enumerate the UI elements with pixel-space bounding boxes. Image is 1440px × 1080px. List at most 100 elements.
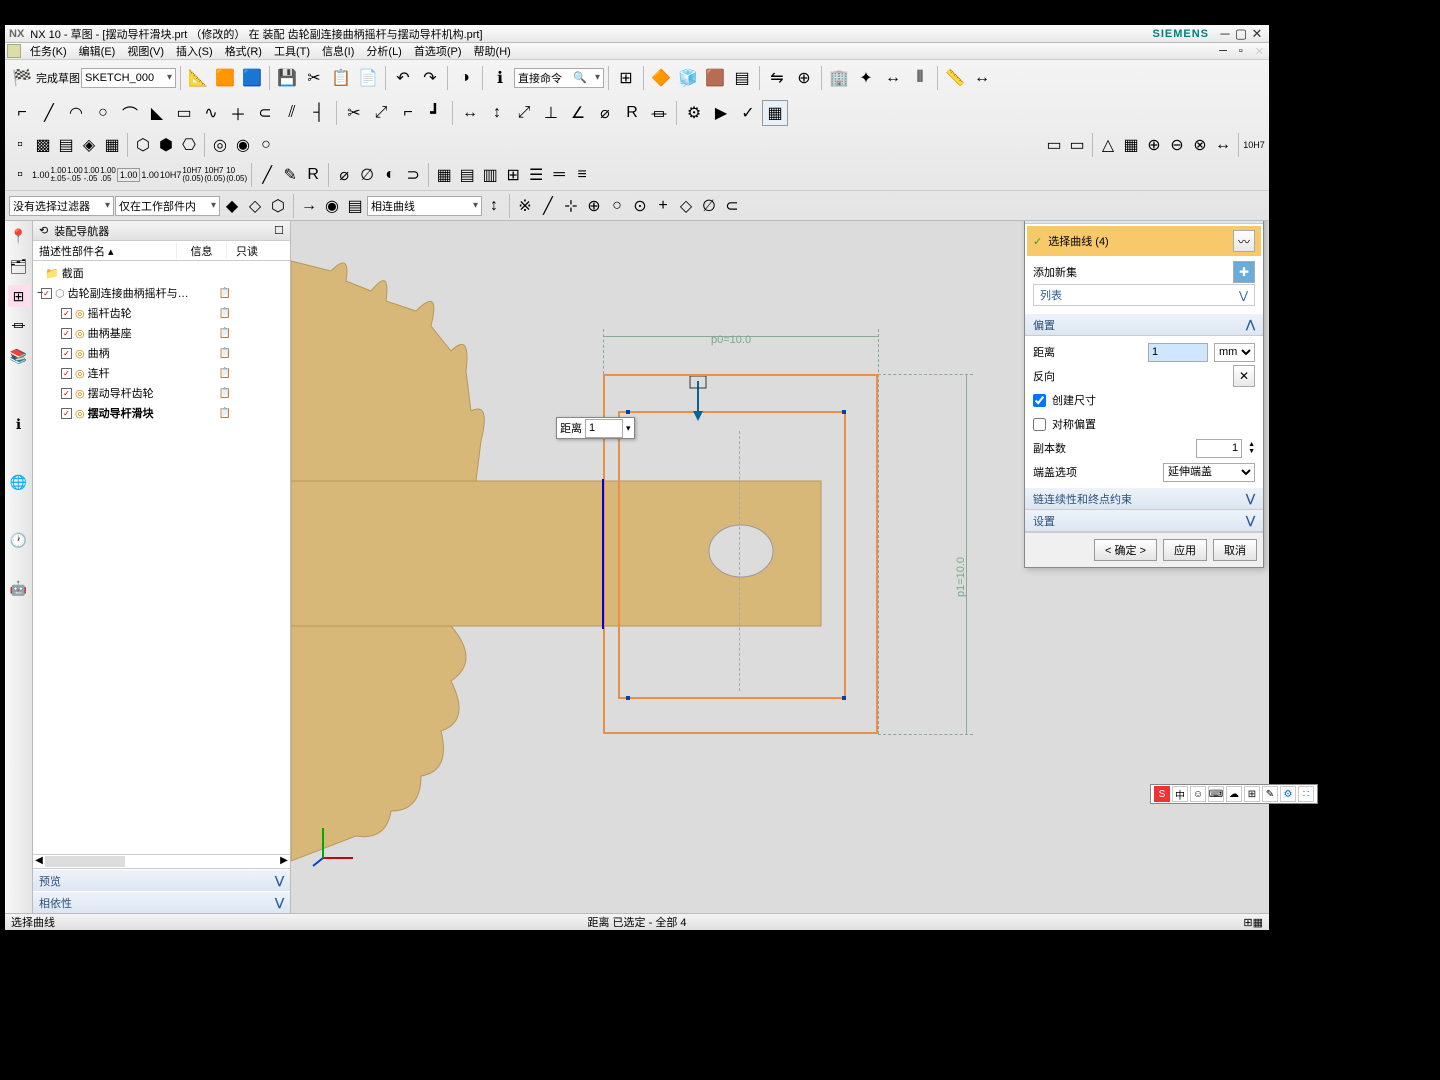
tb3-icon[interactable]: ◉ bbox=[232, 134, 254, 156]
filter-icon[interactable]: ◇ bbox=[244, 195, 266, 217]
sketch-icon[interactable]: 📐 bbox=[185, 65, 211, 91]
shaded-icon[interactable]: 🔶 bbox=[648, 65, 674, 91]
make-corner-icon[interactable]: ┛ bbox=[422, 100, 448, 126]
dim-perp-icon[interactable]: ⊥ bbox=[538, 100, 564, 126]
tb4-icon[interactable]: ☰ bbox=[525, 164, 547, 186]
tree-part-active[interactable]: 摆动导杆滑块 bbox=[88, 405, 200, 421]
spin-up-icon[interactable]: ▲ bbox=[1248, 441, 1255, 448]
time-icon[interactable]: 🕐 bbox=[8, 529, 30, 551]
tb3-icon[interactable]: ⊖ bbox=[1166, 134, 1188, 156]
move-icon[interactable]: ↔ bbox=[880, 65, 906, 91]
cap-select[interactable]: 延伸端盖 bbox=[1163, 463, 1255, 482]
sketch-name-combo[interactable]: SKETCH_000 bbox=[81, 68, 176, 88]
snap-icon[interactable]: ※ bbox=[514, 195, 536, 217]
handle-point[interactable] bbox=[842, 696, 846, 700]
cube-icon[interactable]: 🧊 bbox=[675, 65, 701, 91]
project-icon[interactable]: ⫽ bbox=[279, 100, 305, 126]
feature-icon[interactable]: ◑ bbox=[452, 65, 478, 91]
revolve-icon[interactable]: 🟦 bbox=[239, 65, 265, 91]
tb4-icon[interactable]: ▫ bbox=[9, 164, 31, 186]
menu-item[interactable]: 任务(K) bbox=[27, 43, 70, 59]
command-search-combo[interactable]: 直接命令 🔍 bbox=[514, 68, 604, 88]
snap-icon[interactable]: ○ bbox=[606, 195, 628, 217]
col-name[interactable]: 描述性部件名 ▴ bbox=[35, 243, 177, 259]
doc-min-button[interactable]: ─ bbox=[1216, 45, 1230, 57]
handle-point[interactable] bbox=[626, 696, 630, 700]
tree-assembly[interactable]: 齿轮副连接曲柄摇杆与… bbox=[68, 285, 200, 301]
info-icon[interactable]: ℹ bbox=[487, 65, 513, 91]
snap-icon[interactable]: ⊙ bbox=[629, 195, 651, 217]
filter-icon[interactable]: → bbox=[298, 195, 320, 217]
doc-restore-button[interactable]: ▫ bbox=[1236, 45, 1246, 57]
filter-icon[interactable]: ▤ bbox=[344, 195, 366, 217]
ime-item[interactable]: ☁ bbox=[1226, 786, 1242, 802]
dim-diam-icon[interactable]: ⌀ bbox=[592, 100, 618, 126]
part-nav-icon[interactable]: 🗂 bbox=[8, 255, 30, 277]
copy-icon[interactable]: 📋 bbox=[328, 65, 354, 91]
tb4-icon[interactable]: R bbox=[302, 164, 324, 186]
tb3-icon[interactable]: ▤ bbox=[55, 134, 77, 156]
reuse-icon[interactable]: 📚 bbox=[8, 345, 30, 367]
arc-icon[interactable]: ◠ bbox=[63, 100, 89, 126]
col-readonly[interactable]: 只读 bbox=[227, 243, 267, 259]
wave-icon[interactable]: 🟫 bbox=[702, 65, 728, 91]
tb4-icon[interactable]: ⊞ bbox=[502, 164, 524, 186]
tb4-icon[interactable]: ═ bbox=[548, 164, 570, 186]
distance-float-input[interactable]: 距离 ▾ bbox=[556, 417, 635, 439]
tb3-icon[interactable]: ▦ bbox=[101, 134, 123, 156]
handle-point[interactable] bbox=[626, 410, 630, 414]
chamfer-icon[interactable]: ◣ bbox=[144, 100, 170, 126]
tb3-icon[interactable]: ▭ bbox=[1043, 134, 1065, 156]
menu-item[interactable]: 信息(I) bbox=[319, 43, 357, 59]
apply-button[interactable]: 应用 bbox=[1163, 539, 1207, 561]
tb3-icon[interactable]: ▭ bbox=[1066, 134, 1088, 156]
cancel-button[interactable]: 取消 bbox=[1213, 539, 1257, 561]
extrude-icon[interactable]: 🟧 bbox=[212, 65, 238, 91]
profile-icon[interactable]: ⌐ bbox=[9, 100, 35, 126]
maximize-button[interactable]: ▢ bbox=[1233, 26, 1249, 42]
constraint-icon[interactable]: ✦ bbox=[853, 65, 879, 91]
tree-part[interactable]: 曲柄 bbox=[88, 345, 200, 361]
tree-part[interactable]: 连杆 bbox=[88, 365, 200, 381]
tb3-icon[interactable]: ○ bbox=[255, 134, 277, 156]
align-icon[interactable]: ⫴ bbox=[907, 65, 933, 91]
dim-radius-icon[interactable]: R bbox=[619, 100, 645, 126]
dependency-section[interactable]: 相依性⋁ bbox=[33, 891, 290, 913]
menu-item[interactable]: 插入(S) bbox=[173, 43, 216, 59]
selection-filter-combo[interactable]: 没有选择过滤器 bbox=[9, 196, 114, 216]
tb4-icon[interactable]: ⌀ bbox=[333, 164, 355, 186]
preview-section[interactable]: 预览⋁ bbox=[33, 869, 290, 891]
symmetric-checkbox[interactable] bbox=[1033, 418, 1046, 431]
ime-logo-icon[interactable]: S bbox=[1154, 786, 1170, 802]
tb3-icon[interactable]: ▫ bbox=[9, 134, 31, 156]
scope-filter-combo[interactable]: 仅在工作部件内 bbox=[115, 196, 220, 216]
fillet-icon[interactable]: ⌒ bbox=[117, 100, 143, 126]
rectangle-icon[interactable]: ▭ bbox=[171, 100, 197, 126]
status-icon[interactable]: ⊞ bbox=[1243, 916, 1252, 929]
line-icon[interactable]: ╱ bbox=[36, 100, 62, 126]
filter-icon[interactable]: ◆ bbox=[221, 195, 243, 217]
list-row[interactable]: 列表⋁ bbox=[1033, 284, 1255, 306]
trim-icon[interactable]: ✂ bbox=[341, 100, 367, 126]
tb4-icon[interactable]: ▦ bbox=[433, 164, 455, 186]
curve-preview-icon[interactable]: 〰 bbox=[1233, 230, 1255, 252]
history-icon[interactable]: ℹ bbox=[8, 413, 30, 435]
ime-item[interactable]: ✎ bbox=[1262, 786, 1278, 802]
menu-item[interactable]: 视图(V) bbox=[124, 43, 167, 59]
corner-icon[interactable]: ⌐ bbox=[395, 100, 421, 126]
tb4-icon[interactable]: ≡ bbox=[571, 164, 593, 186]
assembly-tree[interactable]: 📁 截面 −✓⬡ 齿轮副连接曲柄摇杆与…📋 ✓◎ 摇杆齿轮📋 ✓◎ 曲柄基座📋 … bbox=[33, 261, 290, 854]
add-set-button[interactable]: ✚ bbox=[1233, 261, 1255, 283]
scroll-right-icon[interactable]: ▶ bbox=[278, 855, 290, 868]
close-button[interactable]: ✕ bbox=[1249, 26, 1265, 42]
menu-item[interactable]: 分析(L) bbox=[363, 43, 404, 59]
quick-trim-icon[interactable]: ⤢ bbox=[368, 100, 394, 126]
ime-item[interactable]: ⚙ bbox=[1280, 786, 1296, 802]
tree-part[interactable]: 摆动导杆齿轮 bbox=[88, 385, 200, 401]
window-icon[interactable]: ⊞ bbox=[613, 65, 639, 91]
ok-button[interactable]: < 确定 > bbox=[1094, 539, 1157, 561]
pushpin-icon[interactable]: ⟲ bbox=[39, 224, 48, 237]
tb4-icon[interactable]: ∅ bbox=[356, 164, 378, 186]
menu-item[interactable]: 格式(R) bbox=[222, 43, 265, 59]
tb3-icon[interactable]: ⊗ bbox=[1189, 134, 1211, 156]
